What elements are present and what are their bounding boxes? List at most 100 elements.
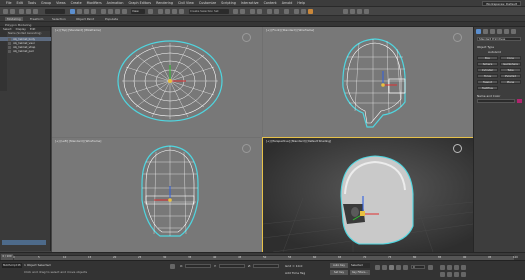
- rect-selection-icon[interactable]: [84, 9, 89, 14]
- explorer-column-header[interactable]: Name (Sorted Ascending): [8, 32, 41, 35]
- align-icon[interactable]: [240, 9, 245, 14]
- visibility-icon[interactable]: [8, 45, 11, 49]
- visibility-icon[interactable]: [8, 41, 11, 45]
- window-crossing-icon[interactable]: [91, 9, 96, 14]
- go-to-start-icon[interactable]: [375, 265, 380, 270]
- time-configuration-icon[interactable]: [428, 265, 433, 270]
- field-of-view-icon[interactable]: [440, 272, 445, 277]
- unlink-icon[interactable]: [26, 9, 31, 14]
- visibility-icon[interactable]: [8, 37, 11, 41]
- previous-frame-icon[interactable]: [382, 265, 387, 270]
- x-coordinate-field[interactable]: [185, 264, 211, 268]
- ribbon-tab-freeform[interactable]: Freeform: [30, 17, 43, 21]
- sphere-button[interactable]: Sphere: [477, 62, 498, 66]
- mirror-icon[interactable]: [233, 9, 238, 14]
- reference-coordinate-dropdown[interactable]: View: [131, 9, 145, 14]
- ribbon-tab-object-paint[interactable]: Object Paint: [76, 17, 94, 21]
- light-icon[interactable]: [357, 9, 362, 14]
- menu-help[interactable]: Help: [297, 1, 305, 5]
- select-object-icon[interactable]: [70, 9, 75, 14]
- next-frame-icon[interactable]: [396, 265, 401, 270]
- placement-icon[interactable]: [122, 9, 127, 14]
- menu-modifiers[interactable]: Modifiers: [87, 1, 102, 5]
- auto-key-button[interactable]: Auto Key: [330, 263, 348, 268]
- link-icon[interactable]: [19, 9, 24, 14]
- pyramid-button[interactable]: Pyramid: [500, 74, 521, 78]
- scale-icon[interactable]: [115, 9, 120, 14]
- autogrid-checkbox[interactable]: AutoGrid: [488, 50, 501, 54]
- viewport-perspective[interactable]: [+] [Perspective] [Standard] [Default Sh…: [262, 137, 474, 253]
- set-key-button[interactable]: Set Key: [330, 270, 348, 275]
- move-icon[interactable]: [101, 9, 106, 14]
- redo-icon[interactable]: [10, 9, 15, 14]
- angle-snap-icon[interactable]: [165, 9, 170, 14]
- camera-icon[interactable]: [350, 9, 355, 14]
- object-color-swatch[interactable]: [517, 99, 522, 103]
- ribbon-tab-modeling[interactable]: Modeling: [5, 17, 23, 21]
- explorer-tab-display[interactable]: Display: [16, 27, 26, 31]
- zoom-extents-all-icon[interactable]: [461, 265, 466, 270]
- pivot-icon[interactable]: [148, 9, 153, 14]
- spinner-snap-icon[interactable]: [179, 9, 184, 14]
- teapot-button[interactable]: Teapot: [477, 80, 498, 84]
- viewport-left[interactable]: [+] [Left] [Standard] [Wireframe]: [52, 138, 262, 252]
- tube-button[interactable]: Tube: [500, 68, 521, 72]
- menu-arnold[interactable]: Arnold: [282, 1, 293, 5]
- selection-filter-dropdown[interactable]: [45, 9, 65, 14]
- menu-animation[interactable]: Animation: [107, 1, 124, 5]
- orbit-icon[interactable]: [454, 272, 459, 277]
- box-button[interactable]: Box: [477, 56, 498, 60]
- ribbon-panel-title[interactable]: Polygon Modeling: [5, 23, 31, 27]
- torus-button[interactable]: Torus: [477, 74, 498, 78]
- menu-tools[interactable]: Tools: [28, 1, 36, 5]
- render-setup-icon[interactable]: [294, 9, 299, 14]
- object-name-field[interactable]: [477, 99, 515, 103]
- hierarchy-tab-icon[interactable]: [490, 29, 495, 34]
- menu-edit[interactable]: Edit: [17, 1, 23, 5]
- scene-item[interactable]: obj_helmet_pad: [0, 49, 51, 53]
- key-mode-dropdown[interactable]: Selected: [350, 263, 370, 268]
- pan-icon[interactable]: [447, 272, 452, 277]
- z-coordinate-field[interactable]: [253, 264, 279, 268]
- viewport-front[interactable]: [+] [Front] [Standard] [Wireframe]: [263, 27, 473, 137]
- current-frame-field[interactable]: 0: [411, 265, 425, 269]
- viewport-top[interactable]: [+] [Top] [Standard] [Wireframe]: [52, 27, 262, 137]
- selection-set-dropdown[interactable]: Create Selection Set: [189, 9, 229, 14]
- material-editor-icon[interactable]: [284, 9, 289, 14]
- name-color-title[interactable]: Name and Color: [477, 94, 500, 98]
- menu-views[interactable]: Views: [56, 1, 66, 5]
- zoom-extents-icon[interactable]: [454, 265, 459, 270]
- utilities-tab-icon[interactable]: [511, 29, 516, 34]
- motion-tab-icon[interactable]: [497, 29, 502, 34]
- object-type-title[interactable]: Object Type: [477, 45, 494, 49]
- schematic-view-icon[interactable]: [274, 9, 279, 14]
- render-production-icon[interactable]: [308, 9, 313, 14]
- teapot-icon[interactable]: [343, 9, 348, 14]
- menu-interactive[interactable]: Interactive: [241, 1, 259, 5]
- cone-button[interactable]: Cone: [500, 56, 521, 60]
- cylinder-button[interactable]: Cylinder: [477, 68, 498, 72]
- layer-explorer-icon[interactable]: [257, 9, 262, 14]
- render-icon[interactable]: [364, 9, 369, 14]
- menu-scripting[interactable]: Scripting: [221, 1, 236, 5]
- add-time-tag[interactable]: Add Time Tag: [285, 271, 305, 275]
- display-tab-icon[interactable]: [504, 29, 509, 34]
- plane-button[interactable]: Plane: [500, 80, 521, 84]
- menu-rendering[interactable]: Rendering: [156, 1, 173, 5]
- key-filters-button[interactable]: Key Filters...: [350, 270, 370, 275]
- scene-explorer-icon[interactable]: [250, 9, 255, 14]
- rotate-icon[interactable]: [108, 9, 113, 14]
- percent-snap-icon[interactable]: [172, 9, 177, 14]
- maximize-viewport-icon[interactable]: [461, 272, 466, 277]
- explorer-tab-edit[interactable]: Edit: [30, 27, 35, 31]
- zoom-icon[interactable]: [440, 265, 445, 270]
- visibility-icon[interactable]: [8, 49, 11, 53]
- menu-file[interactable]: File: [6, 1, 12, 5]
- zoom-all-icon[interactable]: [447, 265, 452, 270]
- rendered-frame-window-icon[interactable]: [301, 9, 306, 14]
- workspace-dropdown[interactable]: Workspaces: Default: [482, 1, 521, 6]
- undo-icon[interactable]: [3, 9, 8, 14]
- primitive-category-dropdown[interactable]: Standard Primitives: [477, 37, 521, 41]
- menu-create[interactable]: Create: [71, 1, 82, 5]
- geosphere-button[interactable]: GeoSphere: [500, 62, 521, 66]
